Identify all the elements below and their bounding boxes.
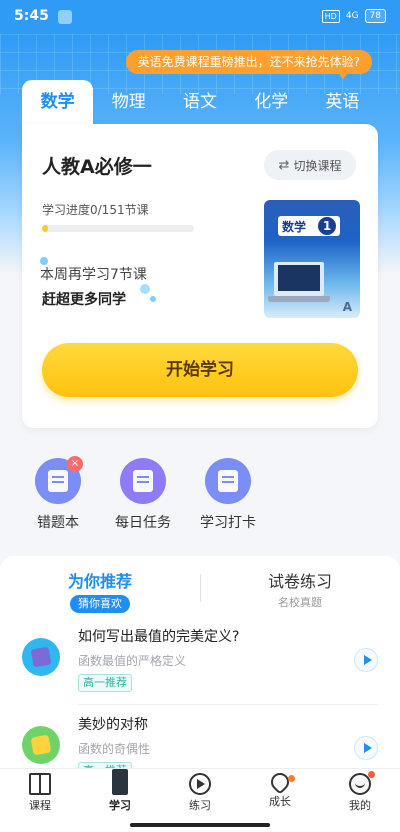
decoration-dot: [140, 284, 150, 294]
quick-action-daily-task[interactable]: 每日任务: [103, 458, 183, 532]
tab-recommend-label: 为你推荐: [67, 572, 132, 591]
quick-action-checkin[interactable]: 学习打卡: [188, 458, 268, 532]
progress-label: 学习进度0/151节课: [42, 203, 149, 217]
rocket-icon: [267, 769, 293, 795]
switch-course-label: 切换课程: [293, 158, 342, 173]
close-badge-icon: ×: [67, 456, 83, 472]
tab-recommend-pill: 猜你喜欢: [70, 595, 130, 613]
nav-practice[interactable]: 练习: [160, 769, 240, 818]
book-glyph: [30, 646, 52, 668]
decoration-dot: [150, 296, 156, 302]
start-learning-button[interactable]: 开始学习: [42, 343, 358, 397]
tab-recommend[interactable]: 为你推荐 猜你喜欢: [40, 568, 160, 613]
promo-bubble[interactable]: 英语免费课程重磅推出，还不来抢先体验?: [125, 50, 372, 79]
status-bar: 5:45 HD 4G 78: [0, 0, 400, 34]
play-icon[interactable]: [354, 648, 378, 672]
nav-study[interactable]: 学习: [80, 769, 160, 818]
bottom-nav: 课程 学习 练习 成长 我的: [0, 768, 400, 818]
laptop-illustration: [268, 262, 330, 302]
home-gesture-bar[interactable]: [130, 823, 270, 827]
tab-chemistry[interactable]: 化学: [236, 80, 307, 124]
status-indicators: HD 4G 78: [321, 9, 386, 23]
nav-label: 我的: [349, 799, 371, 812]
tab-chinese[interactable]: 语文: [164, 80, 235, 124]
tab-exam-label: 试卷练习: [267, 572, 332, 591]
status-time: 5:45: [14, 8, 49, 24]
tab-math[interactable]: 数学: [22, 80, 94, 124]
tab-exam-practice[interactable]: 试卷练习 名校真题: [240, 568, 360, 610]
signal-indicator: 4G: [345, 11, 359, 21]
textbook-label: 数学 1: [278, 216, 340, 236]
lesson-title: 如何写出最值的完美定义?: [78, 629, 240, 645]
wrong-questions-icon: ×: [35, 456, 83, 504]
lesson-title: 美妙的对称: [78, 717, 148, 733]
progress-bar: [42, 225, 194, 232]
progress-fill: [42, 225, 48, 232]
quick-action-label: 学习打卡: [200, 515, 256, 531]
quick-action-label: 每日任务: [115, 515, 171, 531]
textbook-cover[interactable]: 数学 1 A: [264, 200, 360, 318]
daily-task-icon: [120, 458, 166, 504]
swap-icon: ⇄: [278, 157, 290, 173]
subject-tabs: 数学 物理 语文 化学 英语: [22, 80, 378, 124]
recommend-section: 为你推荐 猜你喜欢 试卷练习 名校真题 如何写出最值的完美定义? 函数最值的严格…: [0, 556, 400, 780]
nav-profile[interactable]: 我的: [320, 769, 400, 818]
list-divider: [78, 704, 378, 705]
lesson-subtitle: 函数最值的严格定义: [78, 654, 187, 668]
tab-physics[interactable]: 物理: [93, 80, 164, 124]
notification-dot: [288, 775, 295, 782]
tab-exam-sublabel: 名校真题: [278, 596, 322, 609]
battery-indicator: 78: [364, 9, 386, 23]
course-card: 人教A必修一 ⇄ 切换课程 学习进度0/151节课 本周再学习7节课 赶超更多同…: [22, 124, 378, 428]
switch-course-button[interactable]: ⇄ 切换课程: [264, 150, 356, 180]
course-title: 人教A必修一: [42, 156, 152, 178]
textbook-subject: 数学: [282, 219, 307, 234]
compass-icon: [189, 773, 211, 795]
weekly-goal-subtext: 赶超更多同学: [42, 292, 126, 308]
nav-label: 学习: [109, 799, 131, 812]
nav-label: 成长: [269, 795, 291, 808]
nav-label: 课程: [29, 799, 51, 812]
list-item[interactable]: 如何写出最值的完美定义? 函数最值的严格定义 高一推荐: [0, 618, 400, 704]
quick-action-label: 错题本: [37, 515, 79, 531]
nav-growth[interactable]: 成长: [240, 769, 320, 818]
checkin-calendar-icon: [205, 458, 251, 504]
quick-action-wrong-questions[interactable]: × 错题本: [18, 456, 98, 532]
task-glyph: [133, 470, 153, 492]
gesture-bar-area: [0, 818, 400, 832]
notification-dot: [368, 771, 375, 778]
nav-courses[interactable]: 课程: [0, 769, 80, 818]
lesson-thumbnail-icon: [22, 638, 60, 676]
tab-divider: [200, 574, 201, 602]
tab-english[interactable]: 英语: [307, 80, 378, 124]
open-book-icon: [29, 773, 51, 795]
notebook-glyph: [48, 470, 68, 492]
study-book-icon: [112, 769, 128, 795]
app-notification-icon: [58, 10, 72, 24]
weekly-goal-text: 本周再学习7节课: [40, 267, 147, 283]
lesson-subtitle: 函数的奇偶性: [78, 742, 151, 756]
calendar-glyph: [218, 470, 238, 492]
cheese-glyph: [30, 734, 52, 756]
textbook-edition-mark: A: [342, 300, 352, 314]
nav-label: 练习: [189, 799, 211, 812]
lesson-tag: 高一推荐: [78, 674, 132, 692]
hd-indicator: HD: [321, 9, 340, 23]
textbook-number: 1: [318, 217, 336, 235]
lesson-thumbnail-icon: [22, 726, 60, 764]
play-icon[interactable]: [354, 736, 378, 760]
